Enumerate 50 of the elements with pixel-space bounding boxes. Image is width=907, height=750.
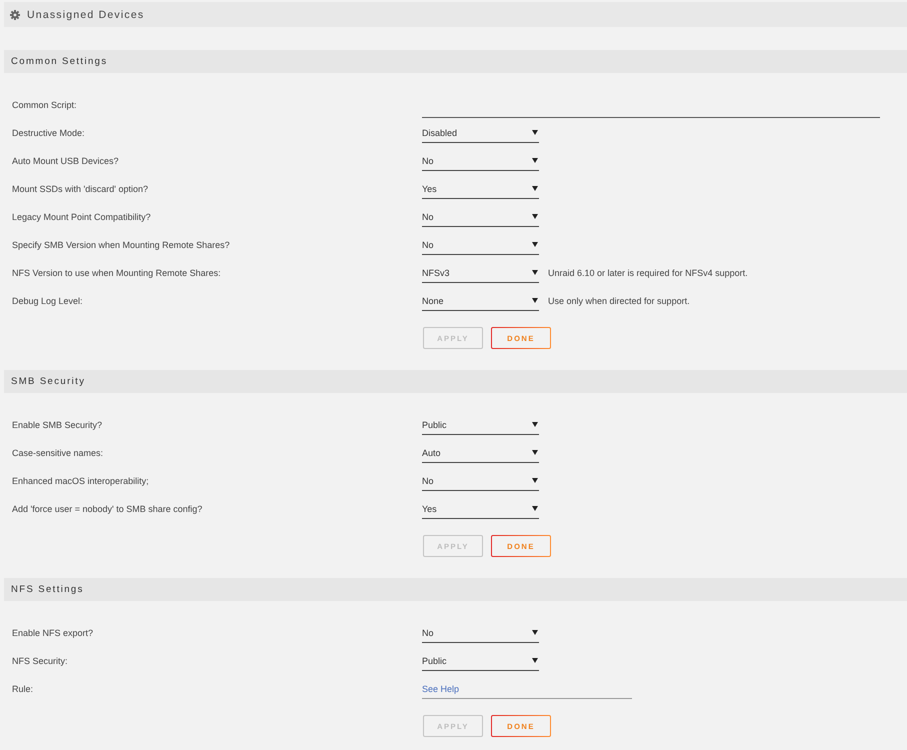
dropdown[interactable]: Yes — [422, 499, 539, 519]
setting-label: NFS Version to use when Mounting Remote Shares: — [12, 268, 222, 278]
caret-icon — [532, 242, 538, 247]
setting-label: Enhanced macOS interoperability; — [12, 476, 150, 486]
caret-icon — [532, 506, 538, 511]
caret-icon — [532, 130, 538, 135]
setting-label: NFS Security: — [12, 656, 69, 666]
setting-label: Common Script: — [12, 100, 78, 110]
dropdown[interactable]: NFSv3 — [422, 263, 539, 283]
setting-label: Auto Mount USB Devices? — [12, 156, 120, 166]
caret-icon — [532, 478, 538, 483]
section-header: NFS Settings — [4, 578, 907, 601]
dropdown[interactable]: No — [422, 151, 539, 171]
dropdown[interactable]: No — [422, 623, 539, 643]
setting-label: Legacy Mount Point Compatibility? — [12, 212, 152, 222]
caret-icon — [532, 658, 538, 663]
dropdown[interactable]: No — [422, 235, 539, 255]
caret-icon — [532, 630, 538, 635]
caret-icon — [532, 422, 538, 427]
page-title: Unassigned Devices — [27, 8, 144, 20]
caret-icon — [532, 450, 538, 455]
setting-label: Rule: — [12, 684, 34, 694]
setting-label: Destructive Mode: — [12, 128, 86, 138]
dropdown[interactable]: No — [422, 207, 539, 227]
rule-field[interactable]: See Help — [422, 679, 632, 699]
section-header: SMB Security — [4, 370, 907, 393]
setting-note: Use only when directed for support. — [548, 296, 690, 306]
dropdown[interactable]: Disabled — [422, 123, 539, 143]
dropdown[interactable]: Public — [422, 415, 539, 435]
dropdown[interactable]: None — [422, 291, 539, 311]
setting-label: Debug Log Level: — [12, 296, 84, 306]
dropdown[interactable]: Public — [422, 651, 539, 671]
caret-icon — [532, 214, 538, 219]
help-link[interactable]: See Help — [422, 684, 460, 694]
caret-icon — [532, 158, 538, 163]
caret-icon — [532, 298, 538, 303]
setting-label: Add 'force user = nobody' to SMB share config? — [12, 504, 204, 514]
setting-label: Enable NFS export? — [12, 628, 94, 638]
caret-icon — [532, 186, 538, 191]
dropdown[interactable]: Auto — [422, 443, 539, 463]
gear-icon — [10, 10, 20, 20]
setting-label: Case-sensitive names: — [12, 448, 104, 458]
caret-icon — [532, 270, 538, 275]
dropdown[interactable]: No — [422, 471, 539, 491]
setting-label: Enable SMB Security? — [12, 420, 104, 430]
setting-label: Mount SSDs with 'discard' option? — [12, 184, 150, 194]
setting-note: Unraid 6.10 or later is required for NFSv4 support. — [548, 268, 748, 278]
dropdown[interactable]: Yes — [422, 179, 539, 199]
setting-label: Specify SMB Version when Mounting Remote Shares? — [12, 240, 231, 250]
section-header: Common Settings — [4, 50, 907, 73]
